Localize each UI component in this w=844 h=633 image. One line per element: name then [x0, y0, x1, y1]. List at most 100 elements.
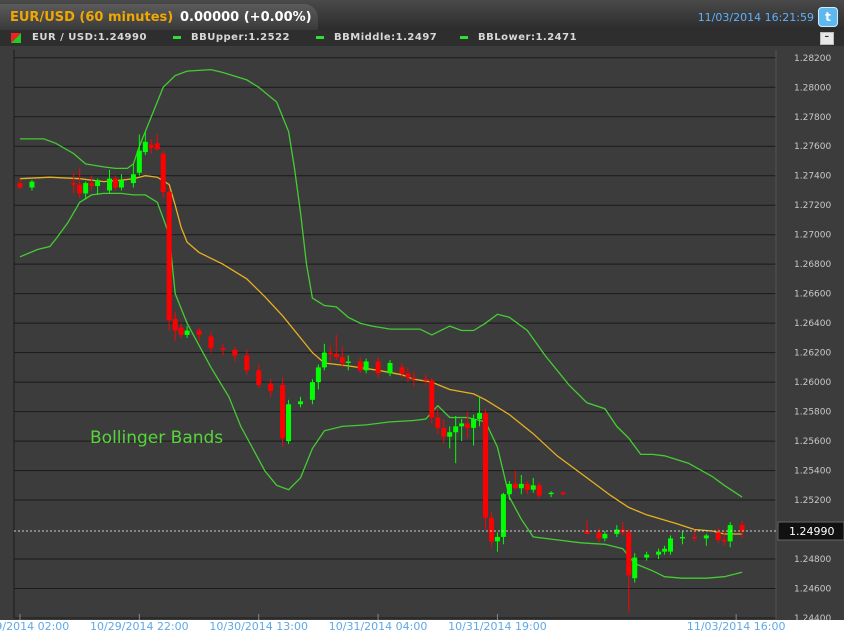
candle-down: [148, 144, 154, 148]
candle-down: [154, 143, 160, 150]
y-tick-label: 1.28000: [794, 83, 831, 93]
legend-ohlc: EUR / USD:1.24990: [32, 32, 147, 43]
y-tick-label: 1.25400: [794, 467, 831, 477]
symbol-tab[interactable]: EUR/USD (60 minutes) 0.00000 (+0.00%): [0, 4, 318, 30]
candle-up: [500, 494, 506, 537]
candle-up: [656, 551, 662, 555]
candle-down: [172, 318, 178, 331]
candle-up: [530, 485, 536, 490]
candle-up: [679, 536, 685, 539]
candle-up: [107, 178, 113, 191]
candle-up: [459, 423, 465, 427]
candle-up: [309, 382, 315, 400]
candle-up: [506, 483, 512, 495]
candle-up: [387, 362, 393, 374]
candle-down: [339, 357, 345, 363]
candle-down: [721, 539, 727, 542]
candle-up: [297, 401, 303, 405]
candle-down: [71, 183, 77, 185]
candle-down: [178, 327, 184, 335]
candle-down: [739, 525, 745, 532]
candle-up: [548, 492, 554, 495]
legend-bb-lower: BBLower:1.2471: [478, 32, 578, 43]
twitter-icon[interactable]: t: [818, 7, 838, 27]
candle-up: [662, 548, 668, 552]
candle-down: [232, 349, 238, 356]
legend-bb-middle: BBMiddle:1.2497: [334, 32, 438, 43]
candle-down: [196, 330, 202, 335]
x-tick-label: 10/31/2014 19:00: [448, 620, 547, 633]
y-tick-label: 1.27200: [794, 201, 831, 211]
candle-up: [453, 426, 459, 433]
candle-up: [727, 525, 733, 542]
y-tick-label: 1.25200: [794, 496, 831, 506]
bollinger-bands-annotation: Bollinger Bands: [90, 428, 223, 448]
candle-up: [518, 483, 524, 489]
candle-up: [632, 557, 638, 579]
minimize-icon[interactable]: –: [820, 32, 834, 45]
candle-up: [363, 361, 369, 371]
candle-down: [166, 191, 172, 321]
candle-up: [703, 535, 709, 539]
y-tick-label: 1.26400: [794, 319, 831, 329]
bb-lower-swatch: [460, 36, 468, 39]
candle-up: [83, 183, 89, 194]
candle-down: [411, 377, 417, 380]
candle-up: [286, 404, 292, 442]
timestamp: 11/03/2014 16:21:59: [697, 11, 814, 24]
candle-down: [423, 379, 429, 381]
candle-up: [184, 330, 190, 335]
x-tick-label: 10/29/2014 02:00: [0, 620, 69, 633]
candle-down: [375, 361, 381, 374]
plot-background: [0, 46, 844, 633]
candle-down: [160, 153, 166, 192]
candle-down: [626, 532, 632, 576]
ohlc-icon: [11, 33, 21, 43]
candle-down: [268, 383, 274, 391]
y-tick-label: 1.24800: [794, 555, 831, 565]
y-tick-label: 1.26600: [794, 290, 831, 300]
candle-up: [118, 180, 124, 188]
x-tick-label: 10/29/2014 22:00: [90, 620, 189, 633]
candle-up: [477, 413, 483, 419]
candle-up: [321, 352, 327, 368]
candle-up: [95, 180, 101, 187]
candle-up: [494, 536, 500, 542]
candle-up: [602, 533, 608, 539]
bb-upper-swatch: [173, 36, 181, 39]
y-tick-label: 1.27000: [794, 231, 831, 241]
legend-bar: EUR / USD:1.24990 BBUpper:1.2522 BBMiddl…: [0, 30, 844, 46]
candle-up: [471, 418, 477, 428]
y-tick-label: 1.26800: [794, 260, 831, 270]
price-change: 0.00000 (+0.00%): [180, 10, 312, 25]
candle-down: [429, 380, 435, 418]
candle-down: [483, 413, 489, 518]
candle-down: [17, 183, 23, 188]
candle-down: [399, 367, 405, 374]
x-tick-label: 11/03/2014 16:00: [687, 620, 786, 633]
candle-down: [327, 352, 333, 355]
y-tick-label: 1.25800: [794, 408, 831, 418]
y-tick-label: 1.26200: [794, 349, 831, 359]
candle-up: [142, 141, 148, 153]
candle-down: [244, 355, 250, 371]
candle-up: [136, 150, 142, 173]
candle-down: [596, 532, 602, 539]
symbol-title: EUR/USD (60 minutes): [10, 10, 174, 25]
candle-down: [333, 354, 339, 358]
candle-down: [524, 483, 530, 490]
candle-down: [256, 370, 262, 386]
y-tick-label: 1.27600: [794, 142, 831, 152]
candle-down: [280, 385, 286, 439]
candle-down: [560, 492, 566, 495]
y-tick-label: 1.28200: [794, 54, 831, 64]
candle-up: [130, 174, 136, 184]
candle-down: [112, 178, 118, 188]
candle-down: [77, 184, 83, 194]
y-tick-label: 1.27400: [794, 172, 831, 182]
candle-down: [512, 483, 518, 489]
y-tick-label: 1.26000: [794, 378, 831, 388]
candle-down: [536, 485, 542, 496]
y-tick-label: 1.24600: [794, 585, 831, 595]
candle-up: [29, 181, 35, 188]
